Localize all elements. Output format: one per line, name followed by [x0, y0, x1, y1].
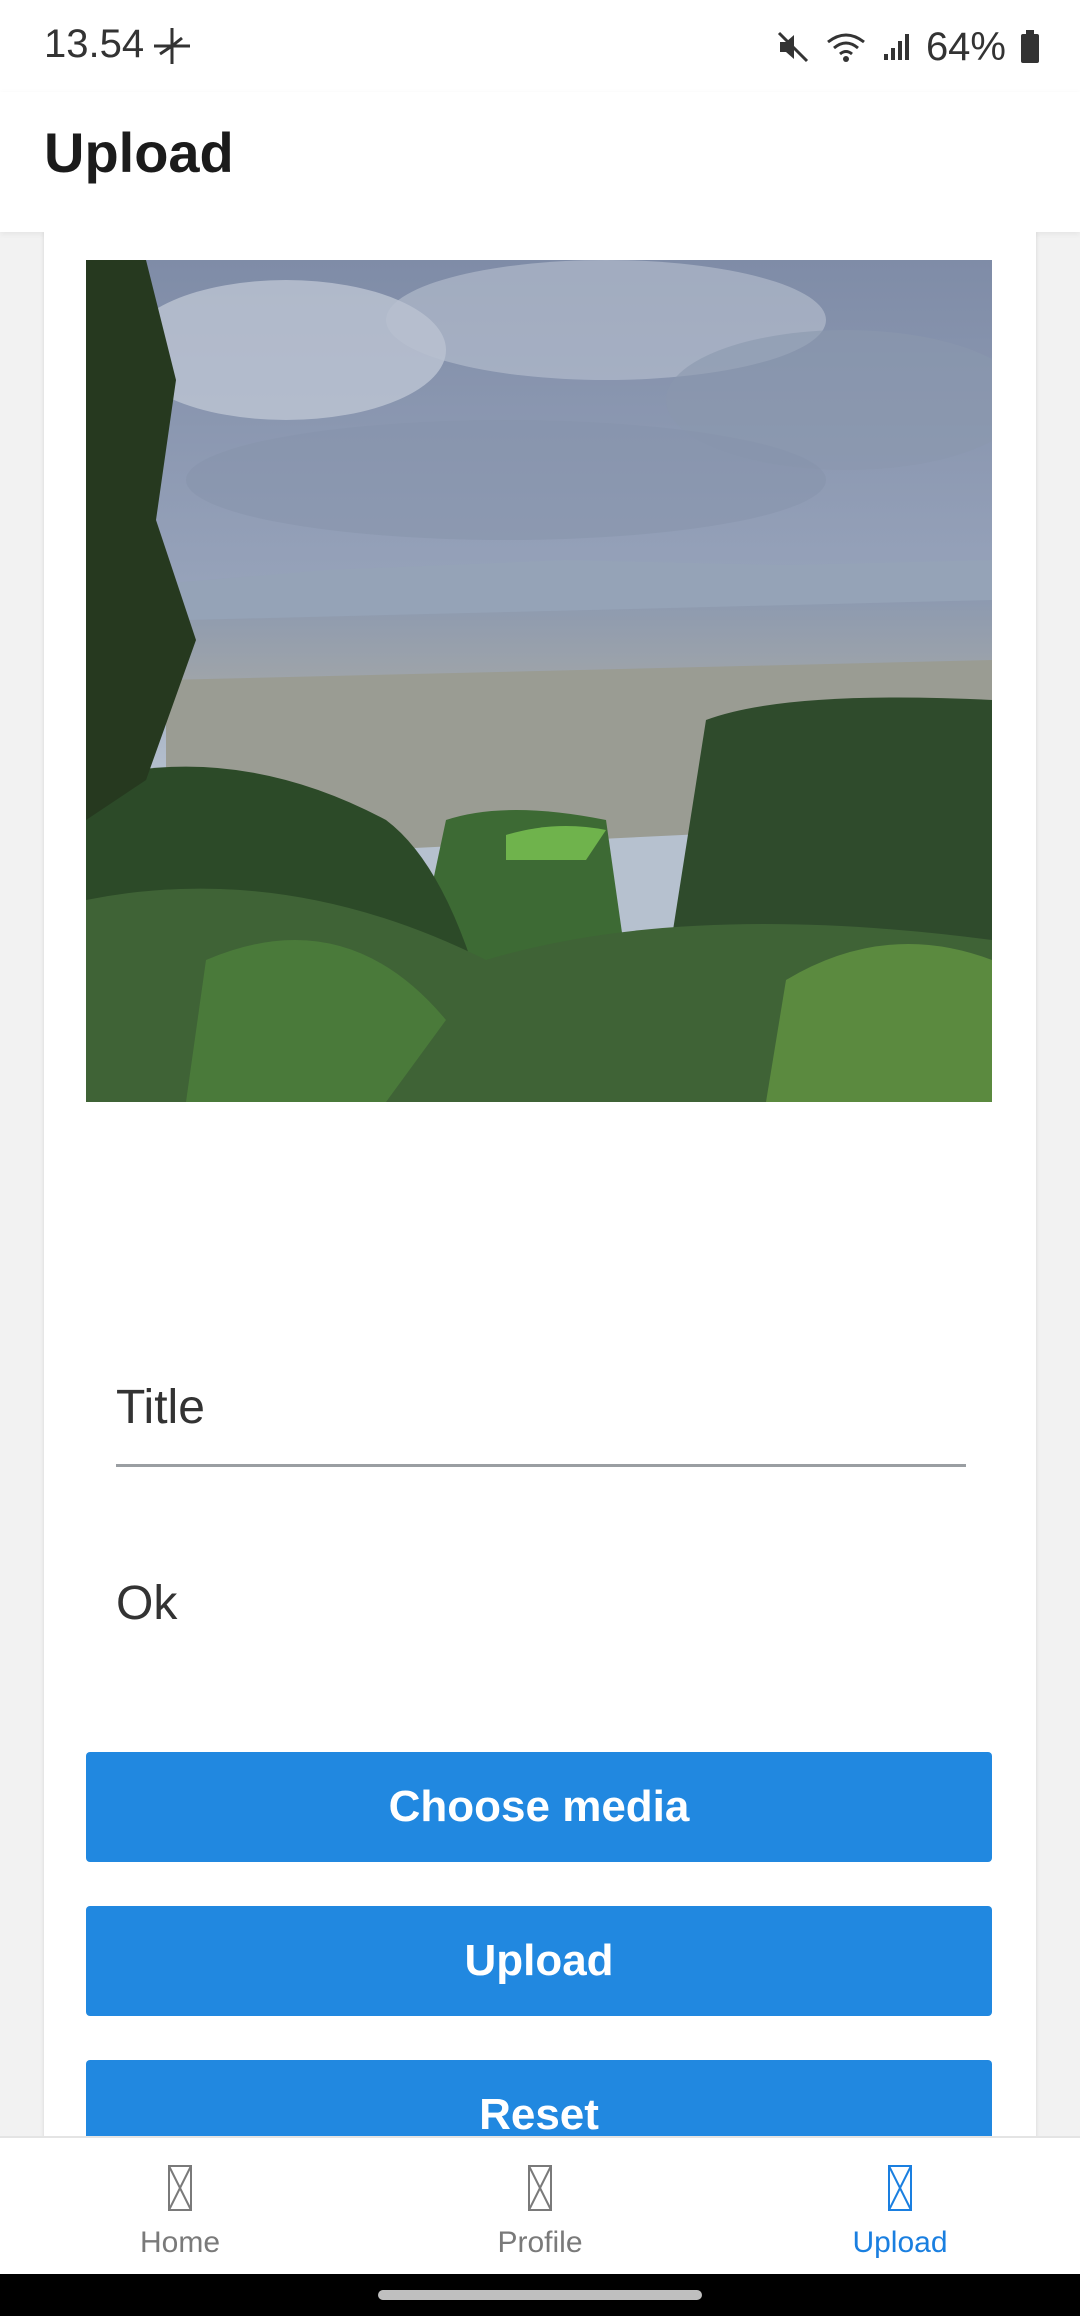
nav-item-profile[interactable]: Profile — [360, 2138, 720, 2276]
signal-icon — [883, 34, 909, 60]
bottom-navigation: Home Profile Upload — [0, 2136, 1080, 2276]
page-title: Upload — [44, 121, 234, 184]
nav-item-upload[interactable]: Upload — [720, 2138, 1080, 2276]
battery-icon — [1021, 30, 1039, 63]
wifi-icon — [827, 33, 865, 62]
profile-icon — [528, 2165, 552, 2211]
nav-label-home: Home — [139, 2226, 221, 2259]
upload-icon — [888, 2165, 912, 2211]
mute-icon — [777, 31, 808, 63]
title-field[interactable]: Title — [116, 1314, 966, 1467]
status-bar: 13.54 64% — [0, 0, 1080, 92]
upload-button[interactable]: Upload — [86, 1906, 992, 2016]
description-value: Ok — [116, 1577, 178, 1630]
home-icon — [168, 2165, 192, 2211]
battery-percent: 64% — [925, 24, 1006, 69]
status-time: 13.54 — [44, 22, 145, 66]
choose-media-button[interactable]: Choose media — [86, 1752, 992, 1862]
airplane-icon — [154, 28, 190, 64]
upload-content[interactable]: Title Ok Choose media Upload Reset — [0, 232, 1080, 2136]
media-preview-image — [86, 260, 992, 1102]
nav-label-upload: Upload — [852, 2226, 948, 2259]
reset-button[interactable]: Reset — [86, 2060, 992, 2136]
app-header: Upload — [0, 92, 1080, 232]
system-gesture-bar — [0, 2274, 1080, 2316]
nav-item-home[interactable]: Home — [0, 2138, 360, 2276]
upload-card: Title Ok Choose media Upload Reset — [44, 232, 1036, 2136]
title-placeholder: Title — [116, 1381, 205, 1434]
gesture-handle[interactable] — [378, 2290, 702, 2300]
nav-label-profile: Profile — [497, 2226, 583, 2259]
